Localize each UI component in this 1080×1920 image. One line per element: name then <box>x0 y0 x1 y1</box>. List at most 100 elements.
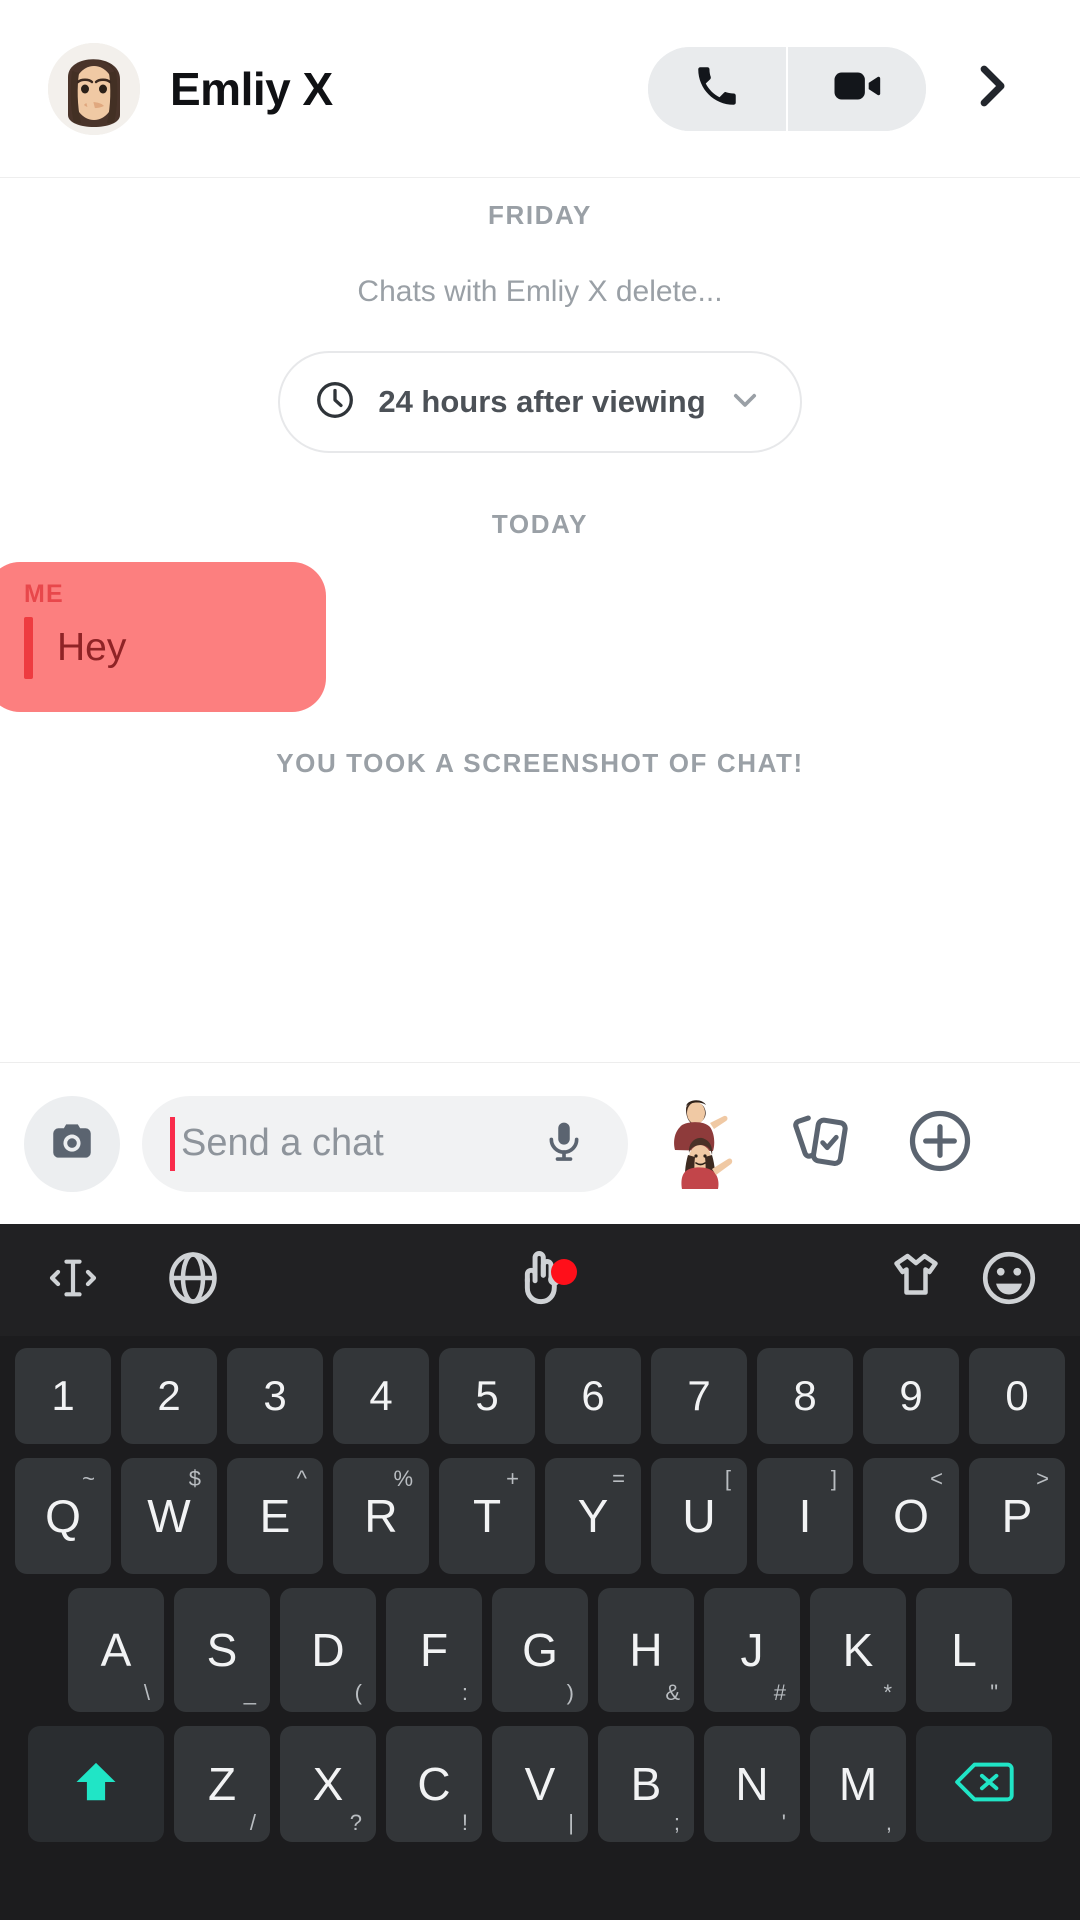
keyboard-row-asdf: A \ S _ D(F: G) H & J # K * L " <box>0 1588 1080 1712</box>
globe-language-icon <box>163 1248 223 1313</box>
key-secondary-label: $ <box>188 1466 201 1491</box>
key-h[interactable]: H & <box>598 1588 694 1712</box>
key-secondary-label: & <box>665 1680 680 1705</box>
keyboard-row-numbers: 1 2 3 4 5 6 7 8 9 0 <box>0 1348 1080 1444</box>
key-y[interactable]: Y = <box>545 1458 641 1574</box>
stickers-button[interactable] <box>772 1096 868 1192</box>
key-secondary-label: < <box>930 1466 943 1491</box>
key-secondary-label: \ <box>143 1680 150 1705</box>
key-n[interactable]: N ' <box>704 1726 800 1842</box>
key-label: 6 <box>581 1372 605 1419</box>
cards-stickers-icon <box>788 1109 852 1178</box>
delete-policy-note: Chats with Emliy X delete... <box>357 275 723 308</box>
message-accent-bar <box>24 617 33 679</box>
key-z[interactable]: Z / <box>174 1726 270 1842</box>
day-divider-friday: FRIDAY <box>488 200 592 230</box>
key-4[interactable]: 4 <box>333 1348 429 1444</box>
emoji-button[interactable] <box>978 1247 1040 1314</box>
key-1[interactable]: 1 <box>15 1348 111 1444</box>
key-x[interactable]: X? <box>280 1726 376 1842</box>
key-label: U <box>682 1490 716 1542</box>
key-p[interactable]: P > <box>969 1458 1065 1574</box>
audio-call-button[interactable] <box>648 46 786 131</box>
key-j[interactable]: J # <box>704 1588 800 1712</box>
key-label: D <box>311 1624 345 1676</box>
key-b[interactable]: B; <box>598 1726 694 1842</box>
key-l[interactable]: L " <box>916 1588 1012 1712</box>
key-label: 3 <box>263 1372 287 1419</box>
key-u[interactable]: U[ <box>651 1458 747 1574</box>
key-secondary-label: , <box>885 1810 892 1835</box>
chat-input-field[interactable]: Send a chat <box>142 1095 628 1192</box>
key-label: V <box>524 1758 556 1810</box>
key-label: Q <box>45 1490 81 1542</box>
key-8[interactable]: 8 <box>757 1348 853 1444</box>
key-5[interactable]: 5 <box>439 1348 535 1444</box>
avatar[interactable] <box>48 42 140 135</box>
key-secondary-label: + <box>506 1466 519 1491</box>
bitmoji-sticker-button[interactable] <box>650 1092 746 1196</box>
page-title: Emliy X <box>170 62 333 115</box>
key-label: C <box>417 1758 451 1810</box>
key-7[interactable]: 7 <box>651 1348 747 1444</box>
camera-icon <box>47 1116 97 1171</box>
key-9[interactable]: 9 <box>863 1348 959 1444</box>
key-q[interactable]: Q ~ <box>15 1458 111 1574</box>
key-secondary-label: " <box>990 1680 998 1705</box>
delete-timer-dropdown[interactable]: 24 hours after viewing <box>278 351 802 453</box>
camera-button[interactable] <box>24 1095 120 1192</box>
key-d[interactable]: D( <box>280 1588 376 1712</box>
key-c[interactable]: C! <box>386 1726 482 1842</box>
chat-input-placeholder: Send a chat <box>181 1122 384 1164</box>
key-label: L <box>951 1624 977 1676</box>
backspace-key[interactable] <box>916 1726 1052 1842</box>
open-profile-button[interactable] <box>944 41 1040 137</box>
key-o[interactable]: O < <box>863 1458 959 1574</box>
chevron-right-icon <box>965 59 1019 118</box>
key-k[interactable]: K * <box>810 1588 906 1712</box>
on-screen-keyboard: 1234567890 Q ~ W $ E ^ R% T + Y = U[I] O < P > A \ S _ D(F:… <box>0 1224 1080 1920</box>
key-s[interactable]: S _ <box>174 1588 270 1712</box>
key-i[interactable]: I] <box>757 1458 853 1574</box>
key-label: 4 <box>369 1372 393 1419</box>
key-g[interactable]: G) <box>492 1588 588 1712</box>
text-cursor-button[interactable] <box>18 1250 128 1311</box>
key-f[interactable]: F: <box>386 1588 482 1712</box>
key-2[interactable]: 2 <box>121 1348 217 1444</box>
shift-key[interactable] <box>28 1726 164 1842</box>
language-button[interactable] <box>138 1248 248 1313</box>
delete-policy-pill-wrap: 24 hours after viewing <box>0 309 1080 453</box>
delete-timer-label: 24 hours after viewing <box>378 384 706 419</box>
key-label: M <box>838 1758 878 1810</box>
key-label: J <box>740 1624 764 1676</box>
key-e[interactable]: E ^ <box>227 1458 323 1574</box>
key-3[interactable]: 3 <box>227 1348 323 1444</box>
key-t[interactable]: T + <box>439 1458 535 1574</box>
key-label: W <box>147 1490 191 1542</box>
gesture-typing-button[interactable] <box>485 1245 595 1316</box>
key-v[interactable]: V | <box>492 1726 588 1842</box>
voice-note-button[interactable] <box>534 1114 594 1174</box>
video-call-button[interactable] <box>788 46 926 131</box>
add-attachment-button[interactable] <box>892 1096 988 1192</box>
key-0[interactable]: 0 <box>969 1348 1065 1444</box>
key-a[interactable]: A \ <box>68 1588 164 1712</box>
key-label: B <box>630 1758 662 1810</box>
key-6[interactable]: 6 <box>545 1348 641 1444</box>
message-bubble-me[interactable]: ME Hey <box>0 562 326 712</box>
key-w[interactable]: W $ <box>121 1458 217 1574</box>
key-secondary-label: | <box>568 1810 574 1835</box>
key-m[interactable]: M, <box>810 1726 906 1842</box>
clock-icon <box>314 379 356 426</box>
keyboard-theme-button[interactable] <box>886 1248 946 1313</box>
key-label: 8 <box>793 1372 817 1419</box>
key-r[interactable]: R% <box>333 1458 429 1574</box>
key-secondary-label: ] <box>830 1466 837 1491</box>
key-label: S <box>206 1624 238 1676</box>
key-label: 7 <box>687 1372 711 1419</box>
key-label: T <box>472 1490 502 1542</box>
key-label: 5 <box>475 1372 499 1419</box>
key-label: 1 <box>51 1372 75 1419</box>
message-body: Hey <box>24 617 326 679</box>
chat-header: Emliy X <box>0 0 1080 178</box>
